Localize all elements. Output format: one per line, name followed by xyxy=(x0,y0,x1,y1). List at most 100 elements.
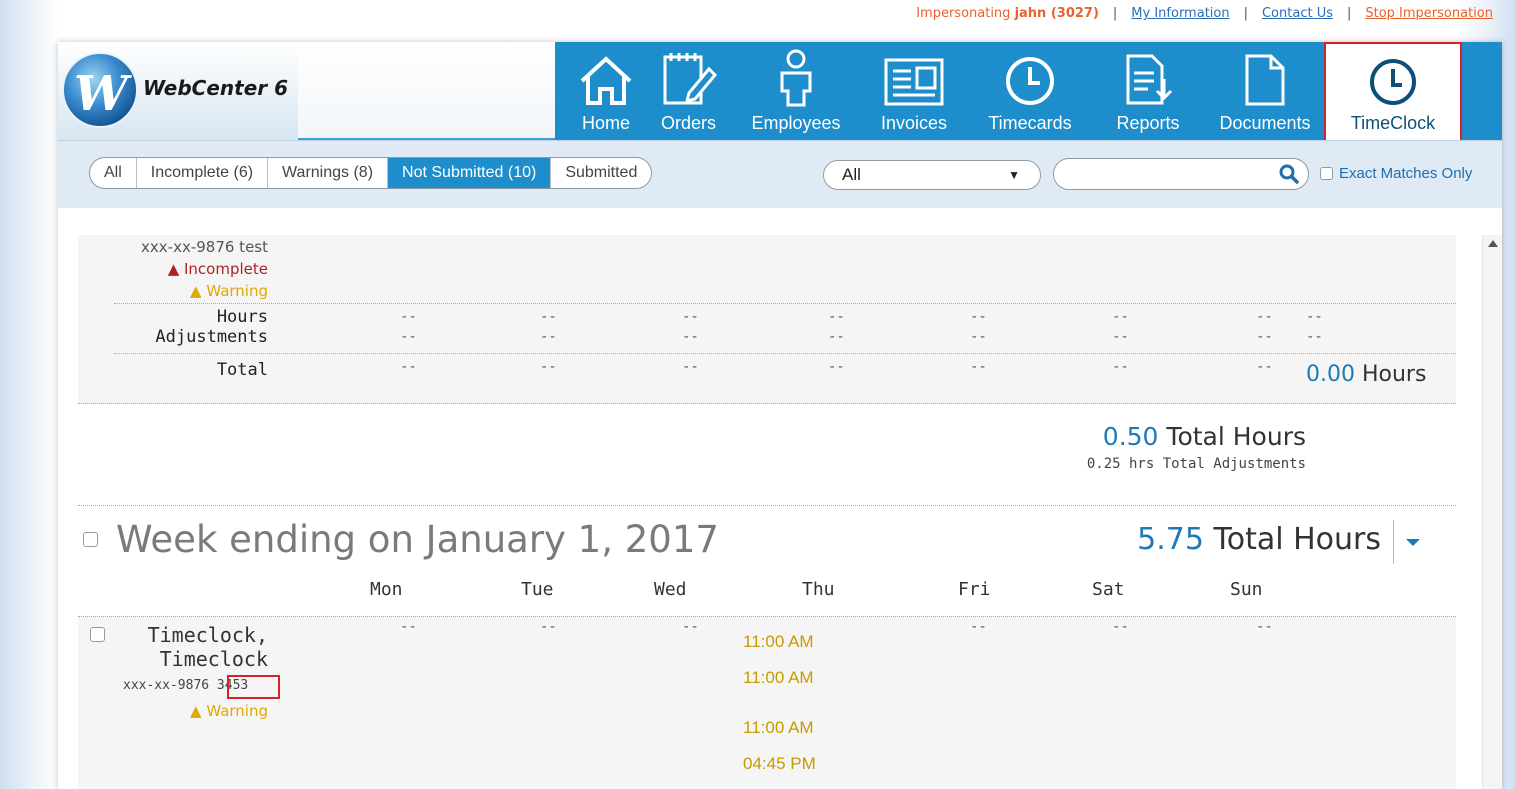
list-top-spacer xyxy=(58,208,1482,235)
nav-timecards[interactable]: Timecards xyxy=(980,42,1080,140)
utility-bar: Impersonating jahn (3027) | My Informati… xyxy=(916,6,1493,21)
search-box xyxy=(1053,158,1309,190)
nav-reports[interactable]: Reports xyxy=(1110,42,1186,140)
clock-icon xyxy=(1370,59,1416,105)
filter-not-submitted[interactable]: Not Submitted (10) xyxy=(388,158,552,188)
chevron-down-icon: ▼ xyxy=(1008,168,1020,182)
reports-icon xyxy=(1126,54,1173,105)
divider xyxy=(114,353,1456,354)
week-select-checkbox[interactable] xyxy=(83,532,98,547)
summary-adjustments: 0.25 hrs Total Adjustments xyxy=(1086,456,1306,472)
fri-hours: -- xyxy=(970,619,987,635)
search-input[interactable] xyxy=(1066,159,1286,189)
nav-orders[interactable]: Orders xyxy=(646,42,731,140)
nav-home[interactable]: Home xyxy=(572,42,640,140)
nav-documents[interactable]: Documents xyxy=(1214,42,1316,140)
week-summary: 0.50 Total Hours 0.25 hrs Total Adjustme… xyxy=(78,404,1456,506)
sat-hours: -- xyxy=(1112,309,1129,325)
fri-adjustments: -- xyxy=(970,329,987,345)
separator: | xyxy=(1346,6,1352,21)
timecards-icon xyxy=(1006,57,1054,105)
scrollbar[interactable] xyxy=(1482,235,1502,789)
documents-icon xyxy=(1245,54,1285,106)
fri-hours: -- xyxy=(970,309,987,325)
punch-time[interactable]: 11:00 AM xyxy=(743,718,814,738)
week-total-value: 5.75 xyxy=(1137,522,1204,557)
week-header: Week ending on January 1, 2017 5.75 Tota… xyxy=(78,506,1456,616)
exact-matches-toggle[interactable]: Exact Matches Only xyxy=(1320,165,1472,182)
warning-icon: ▲ xyxy=(190,282,207,300)
punch-time[interactable]: 04:45 PM xyxy=(743,754,816,774)
nav-label: Orders xyxy=(660,113,716,133)
impersonated-user: jahn (3027) xyxy=(1014,6,1099,21)
impersonating-label: Impersonating xyxy=(916,6,1015,21)
filter-all[interactable]: All xyxy=(90,158,137,188)
scroll-up-icon[interactable] xyxy=(1488,240,1498,247)
tue-total: -- xyxy=(540,359,557,375)
main-nav: Home Orders Employees Invoices Timecards… xyxy=(555,42,1502,142)
employee-select-checkbox[interactable] xyxy=(90,627,105,642)
my-information-link[interactable]: My Information xyxy=(1131,6,1229,21)
filter-warnings[interactable]: Warnings (8) xyxy=(268,158,389,188)
sun-total: -- xyxy=(1256,359,1273,375)
employees-icon xyxy=(780,49,812,107)
day-header-wed: Wed xyxy=(654,579,687,600)
punch-time[interactable]: 11:00 AM xyxy=(743,632,814,652)
week-total-hours: 5.75 Total Hours xyxy=(1137,522,1381,557)
logo-text[interactable]: WebCenter 6 xyxy=(143,76,288,100)
row-total-unit: Hours xyxy=(1361,362,1427,387)
day-header-tue: Tue xyxy=(521,579,554,600)
orders-icon xyxy=(663,53,717,105)
timecards-list[interactable]: xxx-xx-9876 test ▲ Incomplete ▲ Warning … xyxy=(58,208,1502,789)
filter-bar: All Incomplete (6) Warnings (8) Not Subm… xyxy=(58,140,1502,208)
warning-badge: ▲ Warning xyxy=(190,702,268,720)
employee-first-name[interactable]: Timeclock xyxy=(160,647,268,671)
expand-chevron-icon[interactable] xyxy=(1405,538,1421,548)
employee-ssn-prefix: xxx-xx-9876 xyxy=(123,678,210,693)
sun-hours: -- xyxy=(1256,309,1273,325)
warning-label: Warning xyxy=(206,702,268,720)
summary-total-label: Total Hours xyxy=(1166,422,1306,451)
logo-letter: W xyxy=(74,66,128,122)
filter-submitted[interactable]: Submitted xyxy=(551,158,651,188)
mon-hours: -- xyxy=(400,619,417,635)
day-header-fri: Fri xyxy=(958,579,991,600)
nav-invoices[interactable]: Invoices xyxy=(873,42,955,140)
employee-row: xxx-xx-9876 test ▲ Incomplete ▲ Warning … xyxy=(78,235,1456,404)
sat-total: -- xyxy=(1112,359,1129,375)
warning-badge: ▲ Warning xyxy=(190,282,268,300)
nav-employees[interactable]: Employees xyxy=(742,42,850,140)
impersonation-status: Impersonating jahn (3027) xyxy=(916,6,1099,21)
logo-mark[interactable]: W xyxy=(62,52,138,128)
divider xyxy=(114,303,1456,304)
warning-icon: ▲ xyxy=(190,702,207,720)
wed-total: -- xyxy=(682,359,699,375)
thu-hours: -- xyxy=(828,309,845,325)
thu-adjustments: -- xyxy=(828,329,845,345)
day-header-sun: Sun xyxy=(1230,579,1263,600)
dropdown-value: All xyxy=(842,165,861,184)
header: W WebCenter 6 Home Orders Employees Invo… xyxy=(58,42,1502,142)
week-total-label: Total Hours xyxy=(1213,522,1382,557)
separator: | xyxy=(1243,6,1248,21)
filter-incomplete[interactable]: Incomplete (6) xyxy=(137,158,269,188)
nav-label: TimeClock xyxy=(1350,113,1436,133)
filter-dropdown[interactable]: All ▼ xyxy=(823,160,1041,190)
row-total-hours: 0.00 Hours xyxy=(1306,362,1426,387)
divider xyxy=(1393,520,1394,564)
stop-impersonation-link[interactable]: Stop Impersonation xyxy=(1365,6,1493,21)
search-icon[interactable] xyxy=(1278,163,1300,185)
nav-timeclock[interactable]: TimeClock xyxy=(1324,42,1462,142)
nav-label: Home xyxy=(581,113,630,133)
exact-matches-checkbox[interactable] xyxy=(1320,167,1333,180)
status-filter: All Incomplete (6) Warnings (8) Not Subm… xyxy=(89,157,653,189)
separator: | xyxy=(1112,6,1118,21)
wed-hours: -- xyxy=(682,309,699,325)
mon-adjustments: -- xyxy=(400,329,417,345)
incomplete-label: Incomplete xyxy=(184,260,268,278)
contact-us-link[interactable]: Contact Us xyxy=(1262,6,1333,21)
nav-label: Timecards xyxy=(988,113,1072,133)
employee-last-name[interactable]: Timeclock, xyxy=(148,623,268,647)
punch-time[interactable]: 11:00 AM xyxy=(743,668,814,688)
employee-row: Timeclock, Timeclock xxx-xx-9876 3453 ▲ … xyxy=(78,616,1456,789)
